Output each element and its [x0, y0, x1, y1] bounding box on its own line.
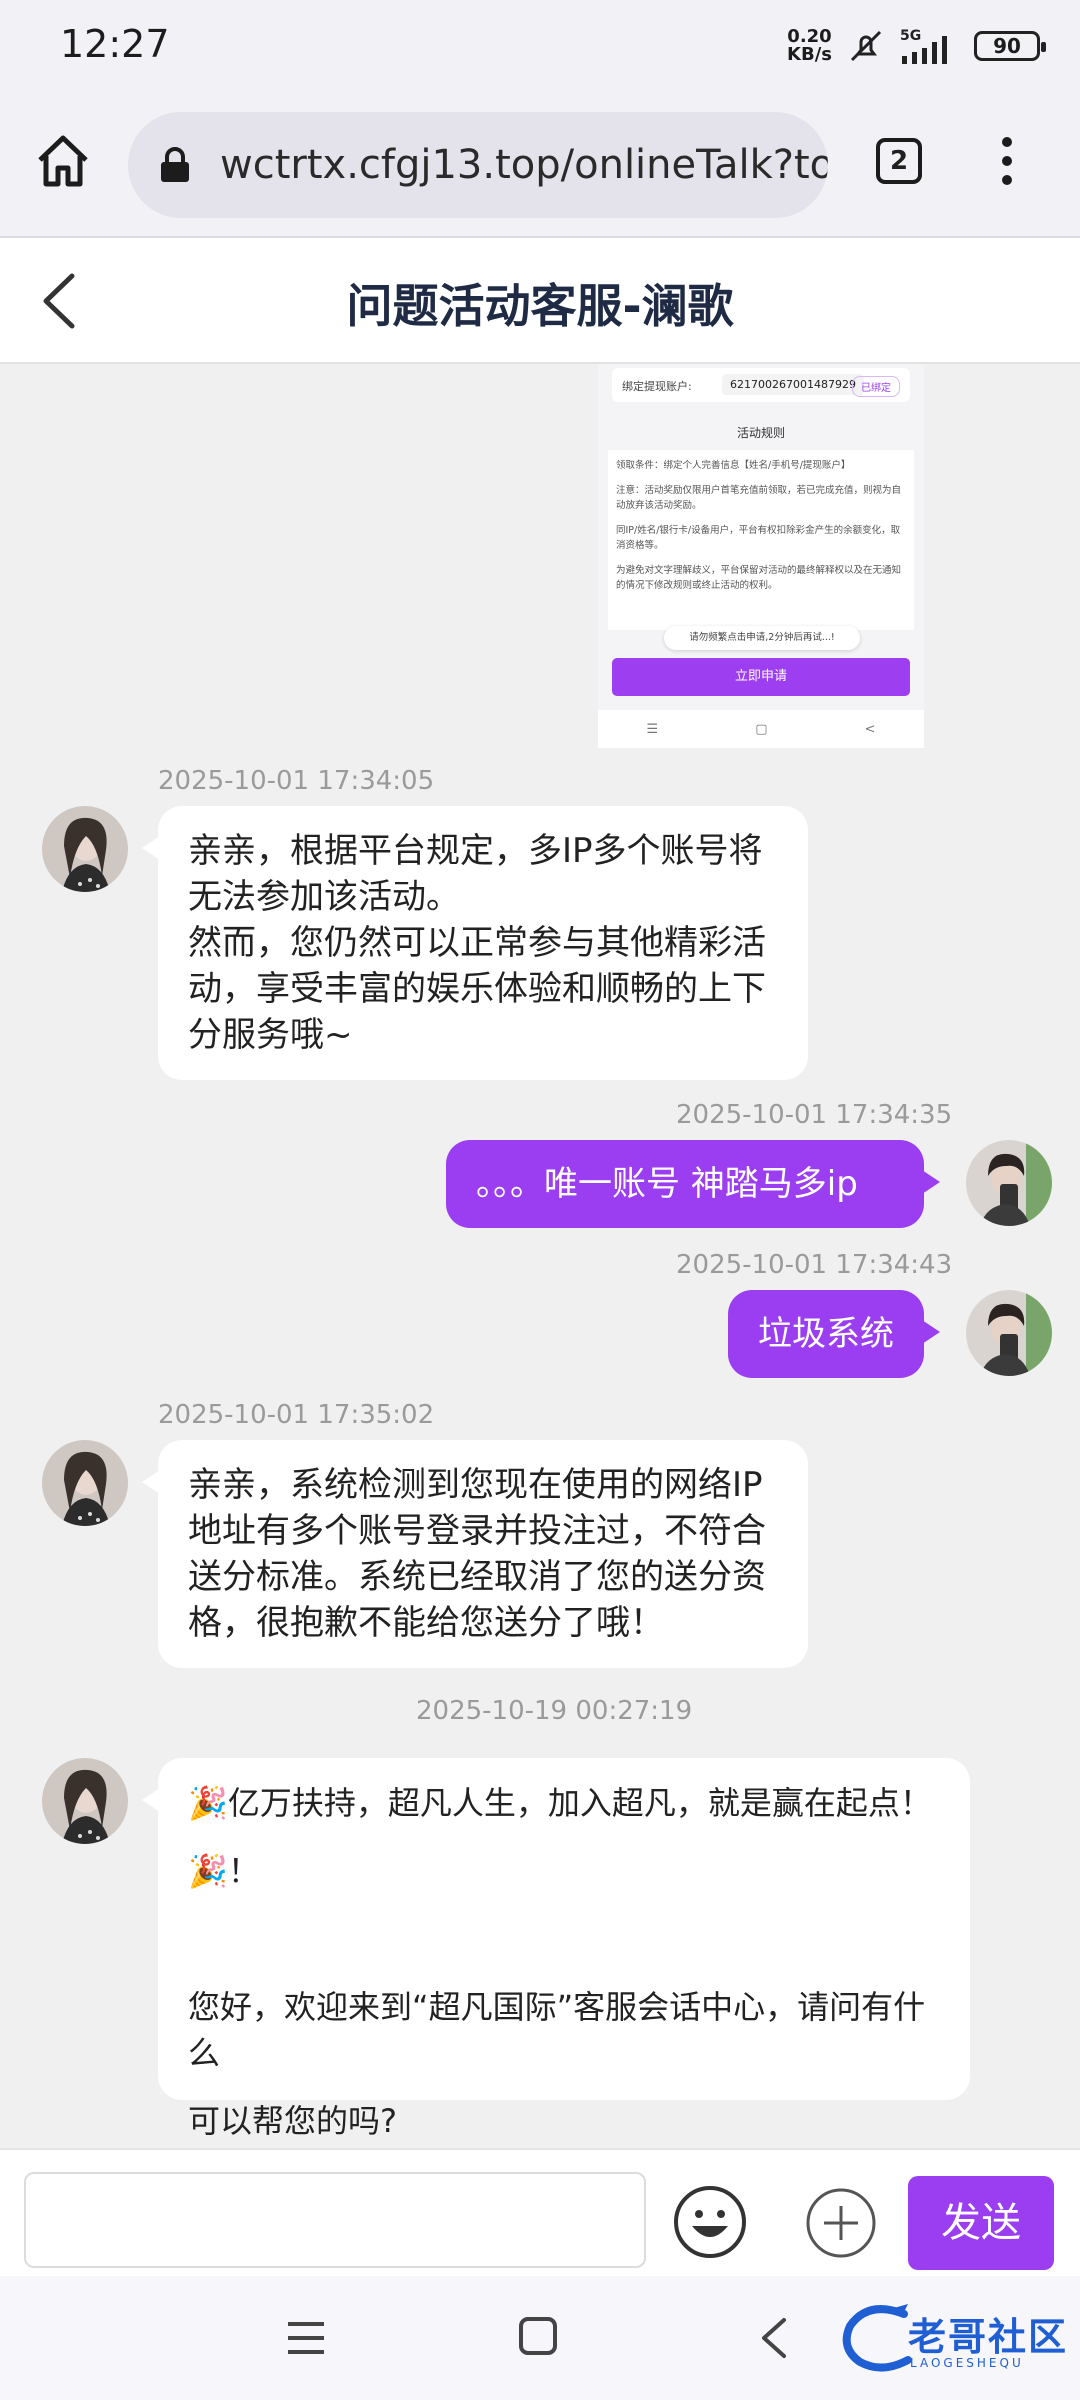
emoji-icon[interactable]: [672, 2184, 748, 2260]
screenshot-back-icon: <: [864, 721, 876, 737]
lock-icon: [161, 147, 189, 182]
more-options-icon[interactable]: [990, 130, 1024, 192]
screenshot-rules-title: 活动规则: [736, 426, 785, 440]
message-input-bar: 发送: [0, 2148, 1080, 2276]
back-icon[interactable]: [752, 2314, 796, 2362]
battery-icon: 90: [974, 31, 1046, 61]
incoming-message-bubble[interactable]: 🎉亿万扶持，超凡人生，加入超凡，就是赢在起点！ 🎉！ 您好，欢迎来到“超凡国际”…: [142, 1758, 970, 2140]
screenshot-toast: 请勿频繁点击申请,2分钟后再试...!: [664, 626, 860, 650]
system-navigation-bar: 老哥社区 LAOGESHEQU: [0, 2276, 1080, 2400]
home-square-icon[interactable]: [516, 2314, 560, 2358]
add-attachment-icon[interactable]: [804, 2186, 878, 2260]
status-bar: 12:27 0.20 KB/s 5G 90: [0, 0, 1080, 92]
network-speed: 0.20 KB/s: [787, 26, 832, 65]
browser-toolbar: wctrtx.cfgj13.top/onlineTalk?to= 2: [0, 92, 1080, 238]
message-timestamp: 2025-10-01 17:34:43: [676, 1250, 953, 1280]
agent-avatar[interactable]: [42, 1758, 128, 1844]
screenshot-menu-icon: ☰: [646, 721, 659, 737]
message-timestamp: 2025-10-01 17:34:05: [158, 766, 435, 796]
agent-avatar[interactable]: [42, 1440, 128, 1526]
agent-avatar[interactable]: [42, 806, 128, 892]
user-avatar[interactable]: [966, 1290, 1052, 1376]
svg-text:5G: 5G: [900, 28, 921, 44]
avatar-user-icon: [966, 1140, 1052, 1226]
incoming-message-bubble[interactable]: 亲亲，系统检测到您现在使用的网络IP 地址有多个账号登录并投注过，不符合 送分标…: [142, 1440, 808, 1668]
status-icons: 0.20 KB/s 5G 90: [787, 22, 1046, 70]
send-button[interactable]: 发送: [908, 2176, 1054, 2270]
status-time: 12:27: [60, 22, 170, 66]
screenshot-home-icon: ▢: [755, 721, 768, 737]
message-list[interactable]: 绑定提现账户: 621700267001487929 已绑定 活动规则 领取条件…: [0, 364, 1080, 2148]
incoming-message-bubble[interactable]: 亲亲，根据平台规定，多IP多个账号将 无法参加该活动。 然而，您仍然可以正常参与…: [142, 806, 808, 1080]
address-bar[interactable]: wctrtx.cfgj13.top/onlineTalk?to=: [128, 112, 828, 218]
screenshot-rules: 领取条件：绑定个人完善信息【姓名/手机号/提现账户】 注意：活动奖励仅限用户首笔…: [608, 450, 914, 630]
watermark-logo: 老哥社区 LAOGESHEQU: [838, 2296, 1070, 2380]
screenshot-nav: ☰ ▢ <: [598, 710, 924, 748]
user-avatar[interactable]: [966, 1140, 1052, 1226]
avatar-agent-icon: [42, 1758, 128, 1844]
chat-header: 问题活动客服-澜歌: [0, 238, 1080, 364]
tab-switcher-button[interactable]: 2: [876, 138, 922, 184]
chat-title: 问题活动客服-澜歌: [346, 279, 734, 333]
message-timestamp: 2025-10-01 17:34:35: [676, 1100, 953, 1130]
outgoing-message-bubble[interactable]: 。。。唯一账号 神踏马多ip: [446, 1140, 940, 1228]
avatar-user-icon: [966, 1290, 1052, 1376]
screenshot-apply-button: 立即申请: [612, 658, 910, 696]
home-icon[interactable]: [32, 130, 94, 192]
dragon-logo-icon: [842, 2304, 912, 2372]
url-text: wctrtx.cfgj13.top/onlineTalk?to=: [220, 142, 828, 188]
message-timestamp: 2025-10-19 00:27:19: [416, 1696, 693, 1726]
shared-screenshot-image[interactable]: 绑定提现账户: 621700267001487929 已绑定 活动规则 领取条件…: [598, 364, 924, 748]
avatar-agent-icon: [42, 806, 128, 892]
recent-apps-icon[interactable]: [284, 2316, 328, 2360]
mute-icon: [850, 30, 882, 62]
message-input[interactable]: [24, 2172, 646, 2268]
signal-5g-icon: 5G: [900, 28, 947, 64]
screenshot-account-row: 绑定提现账户: 621700267001487929 已绑定: [612, 368, 910, 402]
message-timestamp: 2025-10-01 17:35:02: [158, 1400, 435, 1430]
outgoing-message-bubble[interactable]: 垃圾系统: [728, 1290, 940, 1378]
avatar-agent-icon: [42, 1440, 128, 1526]
